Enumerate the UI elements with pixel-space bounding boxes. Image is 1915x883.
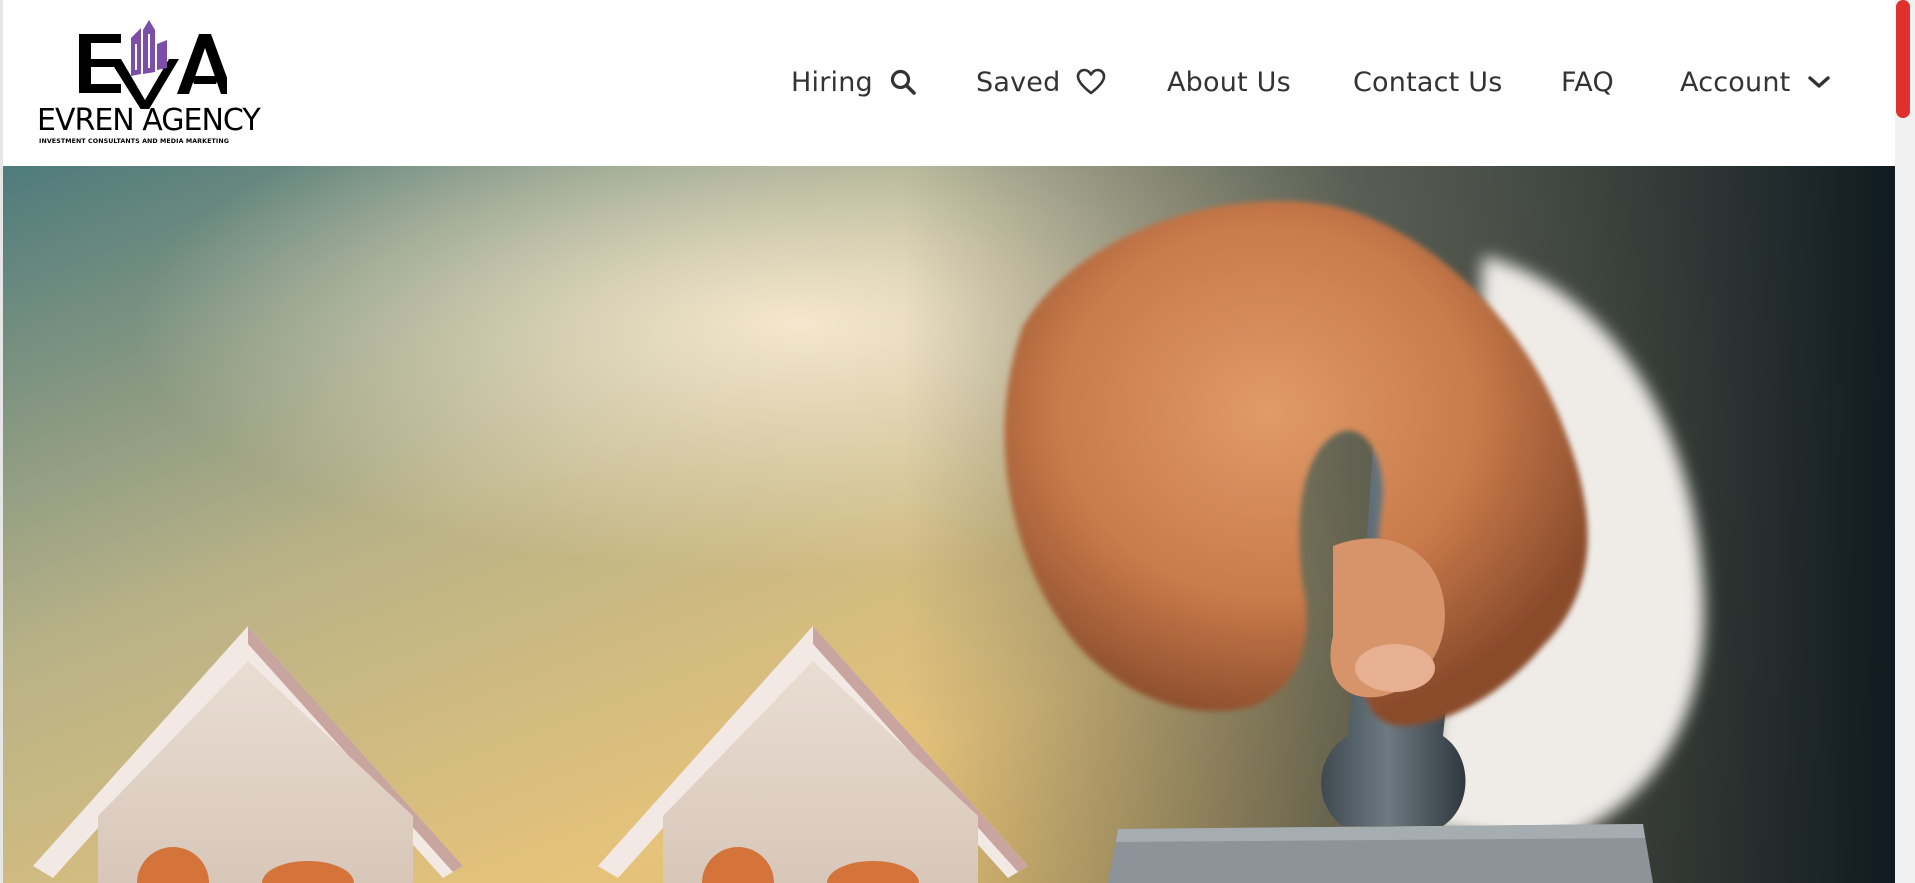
nav-faq-label: FAQ	[1561, 66, 1614, 98]
nav-contact-us[interactable]: Contact Us	[1353, 62, 1502, 102]
search-icon	[889, 68, 917, 96]
hero-banner	[3, 166, 1895, 883]
hero-image	[3, 166, 1895, 883]
nav-contact-label: Contact Us	[1353, 66, 1503, 98]
nav-about-label: About Us	[1167, 66, 1291, 98]
chevron-down-icon	[1806, 73, 1832, 91]
site-header: EVREN AGENCY INVESTMENT CONSULTANTS AND …	[3, 0, 1895, 166]
nav-saved[interactable]: Saved	[976, 62, 1106, 102]
nav-account-dropdown[interactable]: Account	[1680, 62, 1832, 102]
nav-faq[interactable]: FAQ	[1561, 62, 1614, 102]
nav-hiring-label: Hiring	[791, 66, 873, 98]
heart-icon	[1076, 68, 1106, 96]
nav-saved-label: Saved	[976, 66, 1061, 98]
logo-name: EVREN AGENCY	[37, 103, 261, 138]
main-nav: Hiring Saved About Us Contact Us FAQ Acc…	[3, 62, 1895, 102]
scrollbar-thumb[interactable]	[1896, 0, 1910, 118]
logo-tagline: INVESTMENT CONSULTANTS AND MEDIA MARKETI…	[39, 138, 229, 145]
page-scrollbar[interactable]	[1895, 0, 1915, 883]
nav-about-us[interactable]: About Us	[1167, 62, 1291, 102]
nav-account-label: Account	[1680, 66, 1791, 98]
nav-hiring[interactable]: Hiring	[791, 62, 917, 102]
page-viewport: EVREN AGENCY INVESTMENT CONSULTANTS AND …	[0, 0, 1895, 883]
